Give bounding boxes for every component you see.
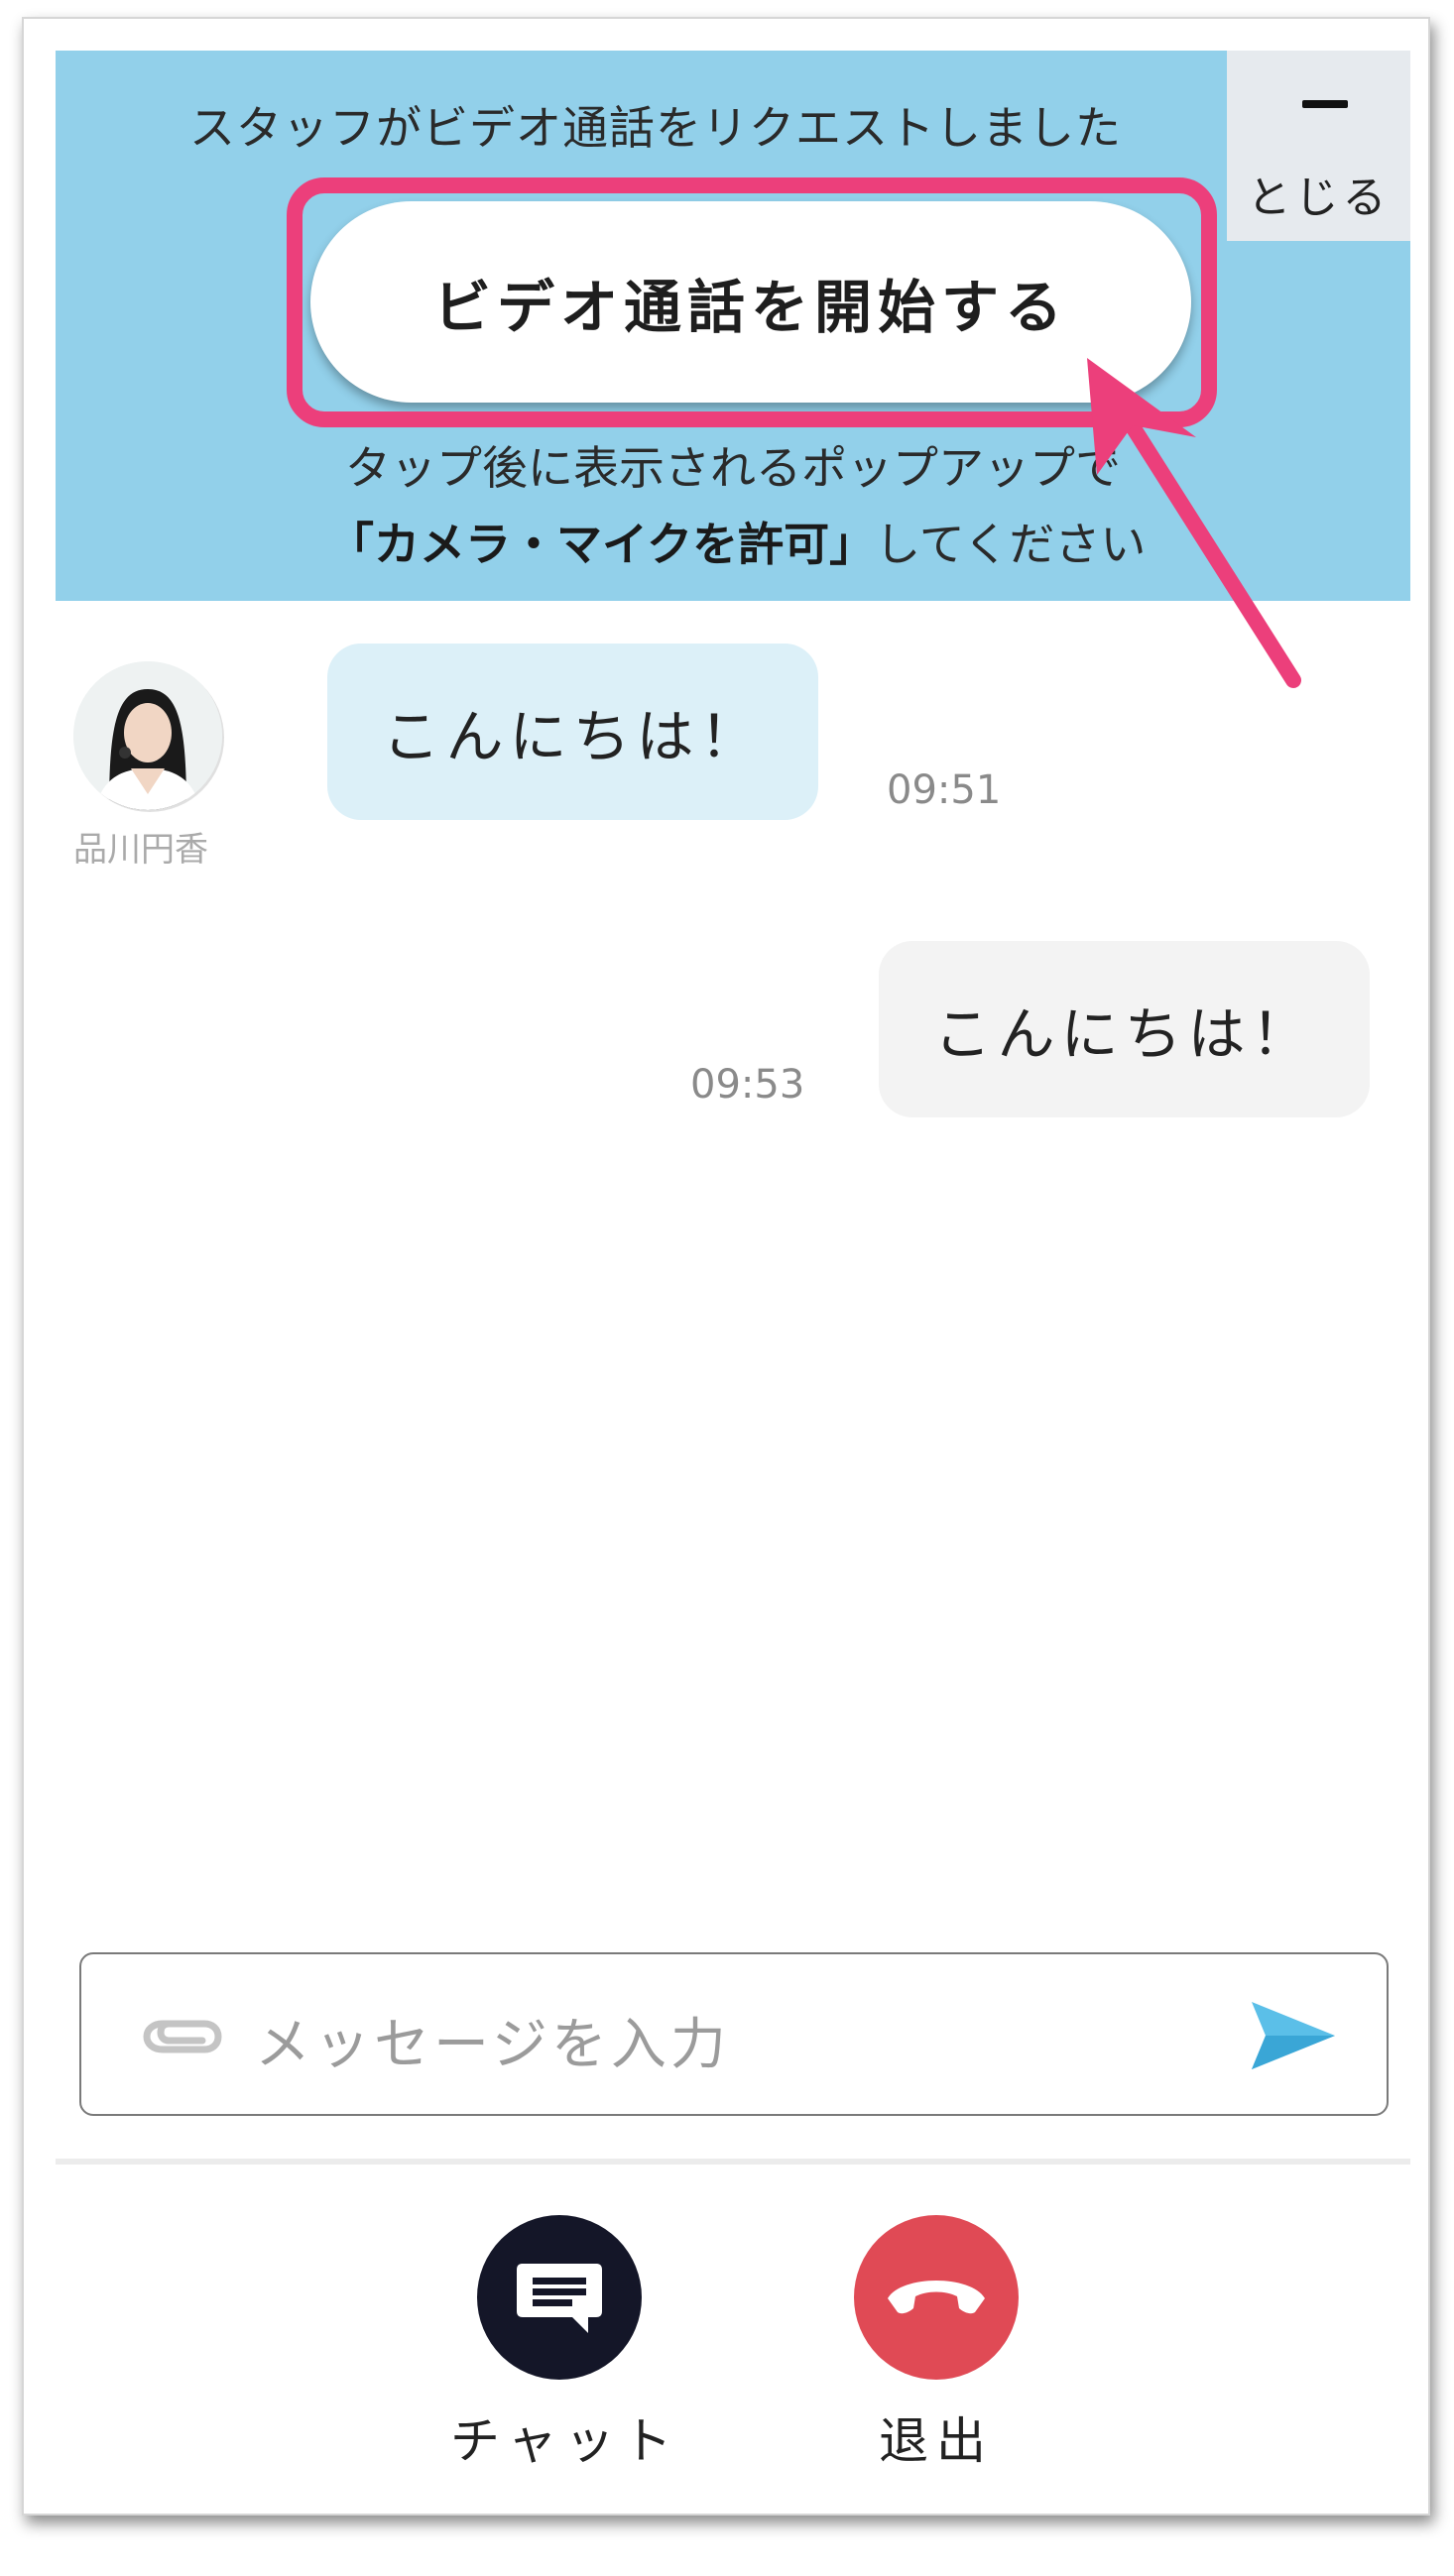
- close-banner-button[interactable]: とじる: [1227, 51, 1410, 241]
- chat-icon: [517, 2264, 602, 2333]
- video-call-banner: スタッフがビデオ通話をリクエストしました とじる タップ後に表示されるポップアッ…: [56, 51, 1410, 688]
- incoming-message-time: 09:51: [887, 767, 1002, 813]
- divider: [56, 2159, 1410, 2165]
- message-placeholder: メッセージを入力: [255, 2013, 730, 2077]
- outgoing-message-time: 09:53: [690, 1062, 805, 1108]
- hang-up-icon: [888, 2281, 985, 2314]
- message-input[interactable]: メッセージを入力: [79, 1952, 1389, 2116]
- app-frame: スタッフがビデオ通話をリクエストしました とじる タップ後に表示されるポップアッ…: [22, 17, 1430, 2516]
- minimize-icon: [1302, 100, 1348, 108]
- outgoing-message-bubble: こんにちは！: [879, 941, 1370, 1117]
- exit-button[interactable]: 退出: [827, 2215, 1045, 2473]
- exit-circle[interactable]: [854, 2215, 1019, 2380]
- banner-title: スタッフがビデオ通話をリクエストしました: [189, 101, 1122, 155]
- incoming-message-bubble: こんにちは！: [327, 644, 818, 820]
- instruction-bold: 「カメラ・マイクを許可」: [328, 518, 876, 571]
- chat-button[interactable]: チャット: [450, 2215, 680, 2473]
- staff-avatar: [73, 661, 222, 810]
- exit-label: 退出: [879, 2412, 994, 2470]
- close-label: とじる: [1247, 173, 1391, 223]
- chat-label: チャット: [450, 2412, 680, 2470]
- chat-circle[interactable]: [477, 2215, 642, 2380]
- send-icon[interactable]: [1248, 1996, 1337, 2075]
- instruction-line-2: 「カメラ・マイクを許可」してください: [328, 509, 1146, 574]
- sender-name: 品川円香: [73, 830, 208, 870]
- pointer-arrow-icon: [1087, 358, 1301, 688]
- paperclip-icon[interactable]: [139, 2010, 228, 2063]
